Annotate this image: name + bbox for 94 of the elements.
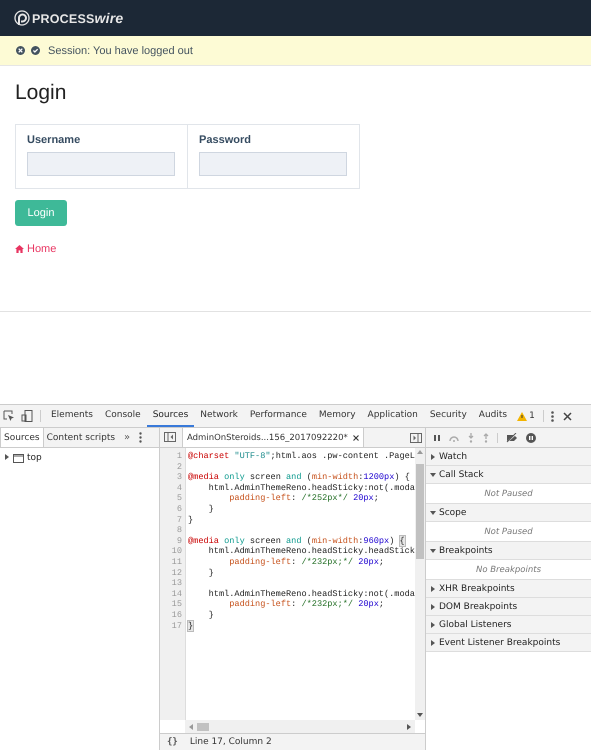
- pause-on-exceptions-icon[interactable]: [526, 432, 536, 442]
- line-number: 12: [170, 568, 183, 578]
- collapse-arrow-icon: [430, 510, 436, 516]
- toggle-debugger-icon[interactable]: [410, 432, 422, 442]
- line-number: 17: [170, 620, 183, 632]
- line-number: 16: [170, 610, 183, 620]
- panel-tab[interactable]: Application: [362, 405, 424, 427]
- input-field[interactable]: [27, 152, 175, 176]
- expand-arrow-icon: [430, 640, 436, 646]
- code-line: padding-left: /*252px*/ 20px;: [228, 493, 380, 504]
- input-field[interactable]: [199, 152, 347, 176]
- inspect-icon[interactable]: [3, 410, 15, 422]
- code-line: }: [188, 514, 194, 526]
- panel-tab[interactable]: Security: [424, 405, 473, 427]
- navigator-tab[interactable]: Content scripts: [44, 428, 118, 447]
- cursor-position: Line 17, Column 2: [190, 737, 272, 747]
- expand-arrow-icon: [4, 454, 10, 460]
- code-line: @charset "UTF-8";html.aos .pw-content .PageL: [188, 451, 415, 462]
- expand-arrow-icon: [430, 622, 436, 628]
- expand-arrow-icon: [430, 604, 436, 610]
- scroll-thumb[interactable]: [197, 722, 209, 730]
- line-number: 14: [170, 588, 183, 600]
- field-label: Password: [199, 134, 252, 146]
- code-line: padding-left: /*232px;*/ 20px;: [228, 556, 386, 568]
- line-number: 13: [170, 578, 183, 589]
- code-line: }: [208, 610, 215, 620]
- line-number: 2: [176, 462, 183, 472]
- line-number: 8: [176, 525, 183, 536]
- panel-tab[interactable]: Audits: [472, 405, 514, 427]
- line-number: 9: [176, 536, 183, 546]
- navigator-tab[interactable]: Sources: [0, 428, 44, 447]
- home-link[interactable]: Home: [27, 243, 56, 255]
- warning-count: 1: [529, 411, 535, 421]
- section-header[interactable]: Scope: [426, 504, 591, 522]
- code-line: @media only screen and (min-width:960px) {: [188, 536, 406, 546]
- section-header[interactable]: Event Listener Breakpoints: [426, 634, 591, 652]
- frame-icon: [13, 454, 24, 462]
- expand-arrow-icon: [430, 586, 436, 592]
- code-line: }: [208, 504, 215, 515]
- warning-icon[interactable]: [517, 412, 528, 420]
- close-icon[interactable]: [352, 434, 359, 440]
- line-number: 1: [176, 451, 183, 462]
- file-tab[interactable]: AdminOnSteroids...156_2017092220*: [182, 428, 364, 447]
- format-button[interactable]: {}: [167, 737, 178, 747]
- panel-tab[interactable]: Memory: [312, 405, 362, 427]
- more-options-icon[interactable]: [139, 432, 142, 443]
- section-header[interactable]: DOM Breakpoints: [426, 598, 591, 616]
- code-line: html.AdminThemeReno.headSticky:not(.moda: [208, 482, 415, 494]
- expand-arrow-icon: [430, 454, 436, 460]
- code-line: }: [208, 568, 215, 578]
- section-header[interactable]: Global Listeners: [426, 616, 591, 634]
- line-number: 7: [176, 514, 183, 526]
- panel-tab[interactable]: Elements: [45, 405, 99, 427]
- more-tabs-button[interactable]: »: [118, 428, 136, 447]
- brand-name: PROCESSwire: [32, 10, 124, 26]
- logo-icon: [14, 10, 30, 26]
- section-header[interactable]: Watch: [426, 448, 591, 466]
- section-header[interactable]: Call Stack: [426, 466, 591, 484]
- more-options-icon[interactable]: [550, 410, 554, 422]
- home-icon: [15, 245, 24, 253]
- code-line: padding-left: /*232px;*/ 20px;: [228, 599, 386, 610]
- notice-message: Session: You have logged out: [48, 44, 193, 56]
- scrollbar[interactable]: [185, 720, 415, 733]
- deactivate-breakpoints-icon[interactable]: [505, 432, 519, 442]
- scroll-right-icon[interactable]: [407, 724, 411, 730]
- field-label: Username: [27, 134, 82, 146]
- scrollbar[interactable]: [415, 448, 425, 720]
- check-icon: [31, 46, 40, 55]
- collapse-arrow-icon: [430, 548, 436, 554]
- line-number: 4: [176, 482, 183, 494]
- line-number: 6: [176, 504, 183, 515]
- line-number: 15: [170, 599, 183, 610]
- line-number: 5: [176, 493, 183, 504]
- close-icon[interactable]: [562, 412, 572, 420]
- line-number: 3: [176, 472, 183, 483]
- pause-icon[interactable]: [433, 434, 441, 442]
- panel-tab[interactable]: Console: [98, 405, 147, 427]
- collapse-arrow-icon: [430, 472, 436, 478]
- toggle-navigator-icon[interactable]: [164, 432, 176, 442]
- section-header[interactable]: Breakpoints: [426, 542, 591, 560]
- code-line: html.AdminThemeReno.headSticky:not(.moda: [208, 588, 415, 600]
- scroll-thumb[interactable]: [416, 464, 424, 559]
- scroll-down-icon[interactable]: [417, 713, 423, 717]
- panel-tab[interactable]: Network: [194, 405, 244, 427]
- close-icon[interactable]: [16, 46, 25, 55]
- code-line: @media only screen and (min-width:1200px) {: [188, 472, 411, 483]
- panel-tab[interactable]: Performance: [244, 405, 313, 427]
- tree-item[interactable]: top: [27, 453, 42, 463]
- page-title: Login: [15, 80, 68, 106]
- device-icon[interactable]: [21, 410, 33, 422]
- line-number: 10: [170, 546, 183, 557]
- line-number: 11: [170, 556, 183, 568]
- code-line: html.AdminThemeReno.headSticky.headStick: [208, 546, 415, 557]
- section-header[interactable]: XHR Breakpoints: [426, 580, 591, 598]
